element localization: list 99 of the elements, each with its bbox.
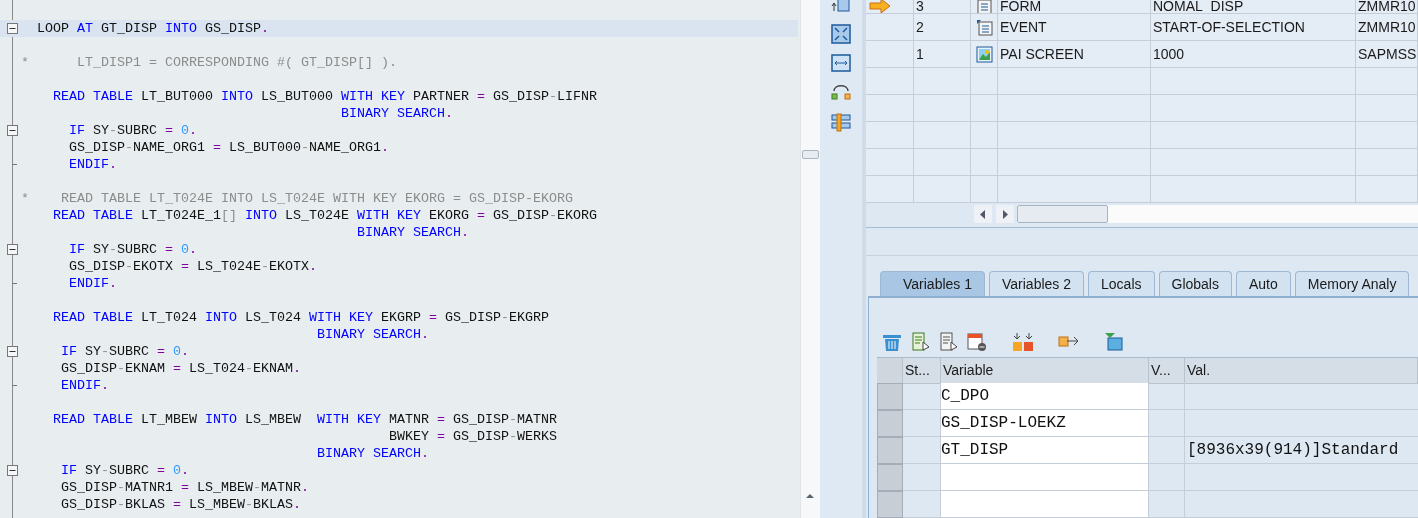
code-line: BINARY SEARCH.	[317, 326, 429, 343]
code-line: BINARY SEARCH.	[317, 445, 429, 462]
tab[interactable]: Globals	[1158, 271, 1232, 296]
caret-left-icon	[980, 209, 986, 219]
variable-field[interactable]: GT_DISP	[941, 437, 1149, 464]
table-cell	[914, 95, 971, 122]
collapse-icon[interactable]	[7, 244, 18, 255]
expand-icon[interactable]	[831, 24, 851, 44]
table-cell	[971, 176, 998, 203]
table-cell	[1356, 122, 1418, 149]
remove-row-icon[interactable]	[967, 332, 987, 352]
table-cell: 3	[914, 0, 971, 14]
tab[interactable]: Locals	[1088, 271, 1155, 296]
table-cell: NOMAL_DISP	[1151, 0, 1356, 14]
code-line: GS_DISP-NAME_ORG1 = LS_BUT000-NAME_ORG1.	[69, 139, 389, 156]
code-comment: * LT_DISP1 = CORRESPONDING #( GT_DISP[] ).	[21, 54, 397, 71]
table-cell: 1	[914, 41, 971, 68]
table-cell: 1000	[1151, 41, 1356, 68]
horizontal-scrollbar[interactable]	[1017, 205, 1418, 223]
table-cell: [8936x39(914)]Standard	[1185, 437, 1418, 464]
column-header: St...	[903, 358, 941, 384]
document-arrow-icon[interactable]	[939, 332, 959, 352]
code-comment: * READ TABLE LT_T024E INTO LS_T024E WITH KEY EKORG = GS_DISP-EKORG	[21, 190, 573, 207]
code-line: ENDIF.	[69, 275, 117, 292]
switch-icon[interactable]	[830, 82, 852, 102]
scroll-right-button[interactable]	[996, 205, 1014, 223]
table-cell	[1149, 383, 1185, 410]
code-line: IF SY-SUBRC = 0.	[69, 241, 197, 258]
tools-icon[interactable]	[830, 112, 852, 132]
code-line: READ TABLE LT_T024E_1[] INTO LS_T024E WITH KEY EKORG = GS_DISP-EKORG	[53, 207, 597, 224]
code-line: IF SY-SUBRC = 0.	[61, 462, 189, 479]
code-line: BWKEY = GS_DISP-WERKS	[389, 428, 557, 445]
table-cell: EVENT	[998, 14, 1151, 41]
scroll-up-icon[interactable]	[805, 493, 815, 499]
code-line: IF SY-SUBRC = 0.	[69, 122, 197, 139]
tab[interactable]: Variables 2	[989, 271, 1085, 296]
table-cell: ZMMR10	[1356, 0, 1418, 14]
table-cell: ZMMR10	[1356, 14, 1418, 41]
variable-field[interactable]: C_DPO	[941, 383, 1149, 410]
collapse-icon[interactable]	[7, 23, 18, 34]
collapse-icon[interactable]	[7, 465, 18, 476]
column-header: Val.	[1185, 358, 1418, 384]
variable-field[interactable]: GS_DISP-LOEKZ	[941, 410, 1149, 437]
code-line: ENDIF.	[69, 156, 117, 173]
code-line: LOOP AT GT_DISP INTO GS_DISP.	[37, 20, 269, 37]
code-line: GS_DISP-EKNAM = LS_T024-EKNAM.	[61, 360, 301, 377]
column-header: Variable	[941, 358, 1149, 384]
table-cell	[914, 176, 971, 203]
code-line: READ TABLE LT_T024 INTO LS_T024 WITH KEY EKGRP = GS_DISP-EKGRP	[53, 309, 549, 326]
table-cell	[1149, 491, 1185, 518]
tab[interactable]: Memory Analy	[1294, 271, 1410, 296]
document-icon	[975, 0, 993, 13]
table-cell	[914, 68, 971, 95]
scroll-left-button[interactable]	[974, 205, 992, 223]
table-cell: 2	[914, 14, 971, 41]
table-cell	[1149, 437, 1185, 464]
code-line: READ TABLE LT_MBEW INTO LS_MBEW WITH KEY MATNR = GS_DISP-MATNR	[53, 411, 557, 428]
caret-right-icon	[1002, 209, 1008, 219]
table-cell	[1356, 149, 1418, 176]
table-cell	[1149, 410, 1185, 437]
trash-icon[interactable]	[881, 332, 903, 352]
table-cell	[971, 149, 998, 176]
table-cell	[971, 122, 998, 149]
code-line: GS_DISP-BKLAS = LS_MBEW-BKLAS.	[61, 496, 301, 513]
filter-box-icon[interactable]	[1103, 332, 1125, 352]
code-line: GS_DISP-MATNR1 = LS_MBEW-MATNR.	[61, 479, 309, 496]
table-cell	[1149, 464, 1185, 491]
collapse-icon[interactable]	[7, 346, 18, 357]
resize-width-icon[interactable]	[831, 54, 851, 72]
scrollbar-thumb[interactable]	[1017, 205, 1108, 223]
code-line: IF SY-SUBRC = 0.	[61, 343, 189, 360]
table-cell	[1356, 68, 1418, 95]
code-line: READ TABLE LT_BUT000 INTO LS_BUT000 WITH KEY PARTNER = GS_DISP-LIFNR	[53, 88, 597, 105]
table-cell: PAI SCREEN	[998, 41, 1151, 68]
tab[interactable]: Auto	[1235, 271, 1291, 296]
code-line: BINARY SEARCH.	[357, 224, 469, 241]
vertical-scrollbar[interactable]	[800, 0, 820, 518]
window-icon[interactable]	[831, 0, 851, 14]
table-cell: START-OF-SELECTION	[1151, 14, 1356, 41]
scrollbar-thumb[interactable]	[802, 150, 819, 159]
table-cell: SAPMSS	[1356, 41, 1418, 68]
collapse-icon[interactable]	[7, 125, 18, 136]
variable-field[interactable]	[941, 464, 1149, 491]
code-line: ENDIF.	[61, 377, 109, 394]
table-cell: FORM	[998, 0, 1151, 14]
column-header: V...	[1149, 358, 1185, 384]
table-cell	[1356, 95, 1418, 122]
document-arrow-icon[interactable]	[911, 332, 931, 352]
table-cell	[914, 122, 971, 149]
variable-field[interactable]	[941, 491, 1149, 518]
merge-icon[interactable]	[1011, 332, 1035, 352]
table-cell	[914, 149, 971, 176]
tab[interactable]: Variables 1	[880, 271, 985, 296]
arrow-icon	[869, 0, 891, 13]
table-cell	[971, 95, 998, 122]
picture-icon	[975, 45, 993, 63]
code-line: GS_DISP-EKOTX = LS_T024E-EKOTX.	[69, 258, 317, 275]
document-icon	[975, 18, 993, 36]
code-line: BINARY SEARCH.	[341, 105, 453, 122]
